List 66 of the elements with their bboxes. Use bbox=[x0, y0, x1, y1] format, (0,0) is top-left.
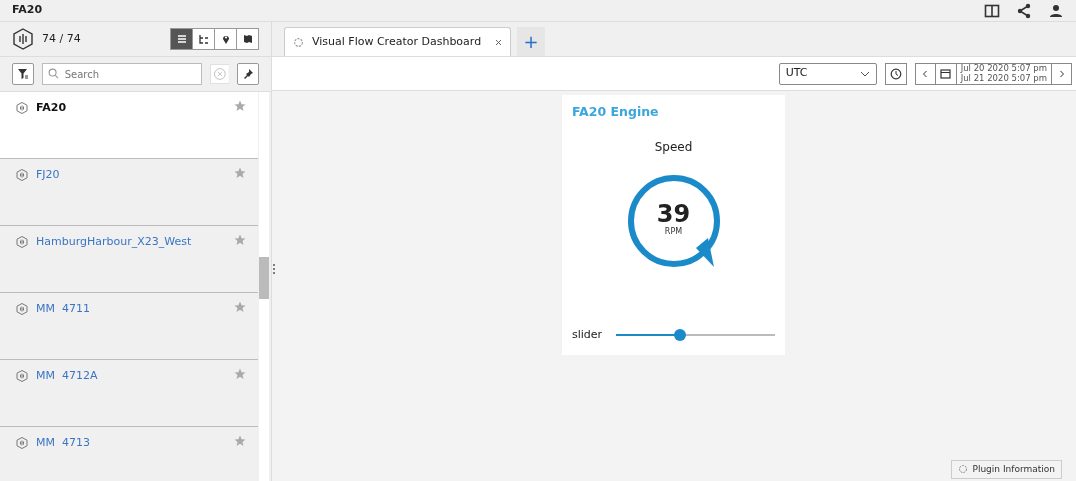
previous-button[interactable] bbox=[914, 62, 936, 85]
clock-icon bbox=[889, 67, 902, 80]
map-icon bbox=[241, 33, 254, 45]
asset-name: HamburgHarbour_X23_West bbox=[36, 234, 193, 250]
chevron-left-icon bbox=[922, 69, 929, 78]
asset-item[interactable]: FA20 bbox=[0, 92, 258, 159]
asset-name: FA20 bbox=[36, 100, 68, 116]
widget-title: FA20 Engine bbox=[572, 103, 660, 121]
filter-button[interactable] bbox=[12, 63, 34, 85]
filter-icon bbox=[16, 68, 29, 80]
favorite-star-icon[interactable] bbox=[234, 234, 246, 246]
slider-label: slider bbox=[572, 326, 603, 343]
asset-count: 74 / 74 bbox=[42, 30, 81, 47]
gauge-label: Speed bbox=[654, 138, 693, 156]
list-view-button[interactable] bbox=[170, 28, 193, 50]
plugin-info-button[interactable]: Plugin Information bbox=[951, 459, 1062, 479]
plugin-icon bbox=[293, 36, 304, 48]
favorite-star-icon[interactable] bbox=[234, 435, 246, 447]
search-icon bbox=[47, 68, 59, 79]
chevron-right-icon bbox=[1058, 69, 1065, 78]
plugin-info-label: Plugin Information bbox=[972, 462, 1055, 476]
asset-name: MM 4713 bbox=[36, 435, 91, 451]
date-range[interactable]: Jul 20 2020 5:07 pm Jul 21 2020 5:07 pm bbox=[956, 62, 1051, 85]
gauge-unit: RPM bbox=[664, 225, 683, 238]
chevron-down-icon bbox=[859, 70, 870, 77]
tree-icon bbox=[197, 33, 210, 45]
favorite-star-icon[interactable] bbox=[234, 301, 246, 313]
timezone-select[interactable]: UTC bbox=[778, 62, 877, 85]
calendar-button[interactable] bbox=[935, 62, 957, 85]
next-button[interactable] bbox=[1051, 62, 1072, 85]
favorite-star-icon[interactable] bbox=[234, 368, 246, 380]
pin-button[interactable] bbox=[237, 63, 259, 85]
share-icon[interactable] bbox=[1016, 2, 1032, 19]
asset-icon bbox=[16, 437, 28, 449]
asset-name: MM 4712A bbox=[36, 368, 99, 384]
slider-thumb[interactable] bbox=[673, 328, 686, 341]
pin-view-button[interactable] bbox=[214, 28, 237, 50]
asset-name: FJ20 bbox=[36, 167, 61, 183]
favorite-star-icon[interactable] bbox=[234, 167, 246, 179]
dashboard-tab[interactable]: Visual Flow Creator Dashboard bbox=[284, 27, 512, 56]
app-title: FA20 bbox=[12, 2, 43, 19]
tree-view-button[interactable] bbox=[192, 28, 215, 50]
close-icon[interactable] bbox=[495, 38, 503, 46]
asset-icon bbox=[16, 370, 28, 382]
add-tab-button[interactable]: + bbox=[517, 27, 546, 56]
asset-icon bbox=[16, 303, 28, 315]
gauge-value: 39 bbox=[656, 201, 691, 226]
favorite-star-icon[interactable] bbox=[234, 100, 246, 112]
asset-icon bbox=[16, 169, 28, 181]
split-view-icon[interactable] bbox=[984, 2, 1000, 19]
tab-label: Visual Flow Creator Dashboard bbox=[312, 33, 482, 50]
slider[interactable] bbox=[616, 328, 775, 341]
calendar-icon bbox=[940, 68, 952, 79]
resize-handle[interactable] bbox=[272, 262, 276, 276]
search-field[interactable]: Search bbox=[41, 63, 202, 85]
time-button[interactable] bbox=[884, 62, 907, 85]
pin-icon bbox=[242, 68, 255, 80]
asset-icon bbox=[16, 102, 28, 114]
asset-icon bbox=[12, 28, 34, 50]
asset-name: MM 4711 bbox=[36, 301, 91, 317]
asset-icon bbox=[16, 236, 28, 248]
scrollbar[interactable] bbox=[259, 92, 269, 481]
user-icon[interactable] bbox=[1048, 2, 1064, 19]
list-icon bbox=[175, 33, 188, 45]
map-view-button[interactable] bbox=[236, 28, 259, 50]
plugin-icon bbox=[958, 464, 969, 475]
